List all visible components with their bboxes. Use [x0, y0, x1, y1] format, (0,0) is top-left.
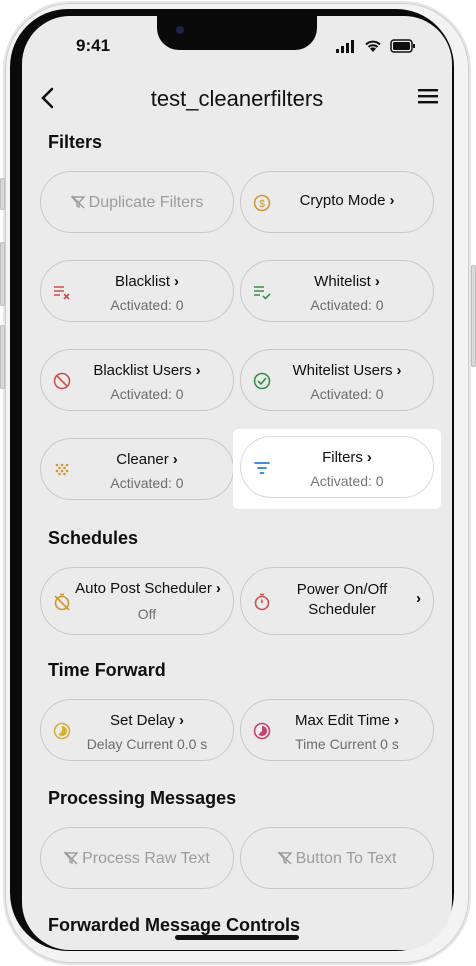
max-edit-time-label: Max Edit Time [294, 712, 391, 729]
block-icon [53, 372, 71, 390]
page-title: test_cleanerfilters [150, 86, 324, 111]
button-to-text-button[interactable]: Button To Text [240, 827, 434, 889]
status-time: 9:41 [76, 36, 111, 55]
notch [157, 16, 317, 50]
signal-icon [336, 38, 356, 58]
filter-off-icon [277, 851, 293, 865]
whitelist-button[interactable]: Whitelist › Activated: 0 [240, 260, 434, 322]
process-raw-text-button[interactable]: Process Raw Text [40, 827, 234, 889]
section-processing-messages: Processing Messages [48, 788, 237, 808]
chevron-right-icon: › [394, 712, 400, 729]
filter-off-icon [70, 195, 86, 209]
filters-button[interactable]: Filters › Activated: 0 [240, 436, 434, 498]
power-button [471, 265, 476, 367]
whitelist-users-button[interactable]: Whitelist Users › Activated: 0 [240, 349, 434, 411]
camera [176, 26, 184, 34]
duplicate-filters-button[interactable]: Duplicate Filters [40, 171, 234, 233]
chevron-right-icon: › [374, 273, 380, 290]
power-onoff-scheduler-button[interactable]: Power On/Off Scheduler › [240, 567, 434, 635]
whitelist-status: Activated: 0 [310, 297, 384, 313]
cleaner-label: Cleaner [116, 451, 169, 468]
app-bar: test_cleanerfilters [22, 74, 452, 122]
blacklist-label: Blacklist [114, 273, 170, 290]
auto-post-scheduler-status: Off [137, 606, 157, 622]
power-onoff-line1: Power On/Off [296, 581, 388, 598]
section-schedules: Schedules [48, 528, 139, 548]
cleaner-status: Activated: 0 [110, 475, 184, 491]
section-filters: Filters [48, 132, 103, 152]
blacklist-users-button[interactable]: Blacklist Users › Activated: 0 [40, 349, 234, 411]
section-time-forward: Time Forward [48, 660, 166, 680]
home-indicator [175, 935, 299, 940]
crypto-mode-button[interactable]: $ Crypto Mode › [240, 171, 434, 233]
chevron-right-icon: › [416, 590, 421, 607]
volume-up-button [0, 242, 5, 306]
chevron-right-icon: › [215, 580, 221, 597]
whitelist-label: Whitelist [314, 273, 371, 290]
timer-off-icon [54, 593, 70, 611]
battery-icon [390, 38, 416, 58]
duplicate-filters-label: Duplicate Filters [88, 194, 204, 211]
set-delay-label: Set Delay [109, 712, 176, 729]
process-raw-text-label: Process Raw Text [82, 850, 210, 867]
chevron-right-icon: › [172, 451, 178, 468]
crypto-mode-label: Crypto Mode [299, 192, 386, 209]
list-check-icon [254, 286, 271, 300]
grain-icon [55, 463, 69, 476]
mute-switch [0, 178, 5, 210]
max-edit-time-button[interactable]: Max Edit Time › Time Current 0 s [240, 699, 434, 761]
chevron-right-icon: › [195, 362, 201, 379]
chevron-right-icon: › [396, 362, 402, 379]
button-to-text-label: Button To Text [295, 850, 397, 867]
power-onoff-line2: Scheduler [308, 601, 376, 618]
wifi-icon [364, 38, 382, 58]
chevron-right-icon: › [389, 192, 395, 209]
filters-label: Filters [322, 449, 363, 466]
list-remove-icon [54, 286, 70, 300]
set-delay-button[interactable]: Set Delay › Delay Current 0.0 s [40, 699, 234, 761]
set-delay-status: Delay Current 0.0 s [86, 736, 208, 752]
whitelist-users-label: Whitelist Users [292, 362, 393, 379]
filter-off-icon [63, 851, 79, 865]
filter-list-icon [254, 462, 270, 474]
blacklist-status: Activated: 0 [110, 297, 184, 313]
svg-text:$: $ [259, 199, 265, 210]
chevron-right-icon: › [174, 273, 179, 290]
chevron-right-icon: › [366, 449, 372, 466]
blacklist-users-label: Blacklist Users [93, 362, 192, 379]
blacklist-button[interactable]: Blacklist › Activated: 0 [40, 260, 234, 322]
menu-button[interactable] [418, 88, 438, 109]
timelapse-icon [53, 722, 71, 740]
stopwatch-icon [254, 593, 270, 611]
section-forwarded-message-controls: Forwarded Message Controls [48, 915, 301, 935]
blacklist-users-status: Activated: 0 [110, 386, 184, 402]
coin-icon: $ [253, 194, 271, 212]
auto-post-scheduler-label: Auto Post Scheduler [75, 580, 212, 597]
volume-down-button [0, 325, 5, 389]
auto-post-scheduler-button[interactable]: Auto Post Scheduler › Off [40, 567, 234, 635]
highlight-frame: Filters › Activated: 0 [233, 429, 441, 509]
whitelist-users-status: Activated: 0 [310, 386, 384, 402]
filters-status: Activated: 0 [310, 473, 384, 489]
check-circle-icon [253, 372, 271, 390]
chevron-right-icon: › [179, 712, 185, 729]
max-edit-time-status: Time Current 0 s [295, 736, 399, 752]
cleaner-button[interactable]: Cleaner › Activated: 0 [40, 438, 234, 500]
screen: 9:41 test_cleanerfilters Filters Duplica… [22, 16, 452, 950]
hamburger-icon [418, 89, 438, 104]
timelapse-icon [253, 722, 271, 740]
